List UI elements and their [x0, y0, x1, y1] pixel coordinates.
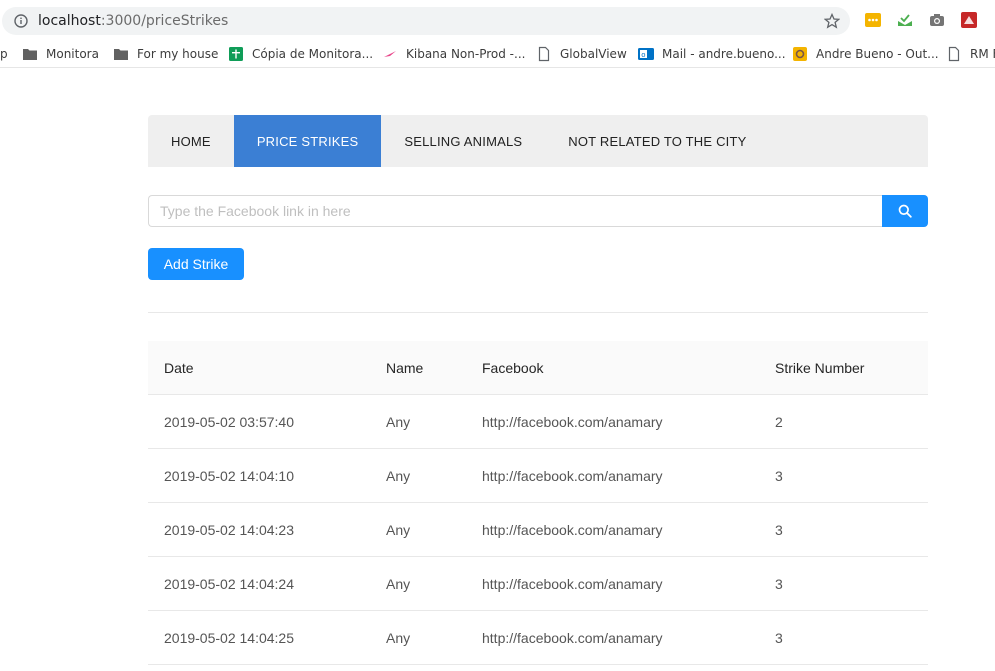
- bookmark-label: GlobalView: [560, 47, 627, 61]
- svg-text:o: o: [641, 51, 645, 59]
- star-icon[interactable]: [824, 13, 840, 29]
- facebook-search: [148, 195, 928, 227]
- bookmark-item[interactable]: p: [0, 45, 8, 63]
- cell-facebook: http://facebook.com/anamary: [482, 629, 663, 646]
- folder-icon: [114, 49, 128, 60]
- cell-strike-number: 3: [775, 467, 783, 484]
- search-button[interactable]: [882, 195, 928, 227]
- search-icon: [898, 204, 912, 218]
- table-row: 2019-05-02 14:04:23 Any http://facebook.…: [148, 503, 928, 557]
- bookmark-label: Andre Bueno - Out...: [816, 47, 939, 61]
- table-row: 2019-05-02 03:57:40 Any http://facebook.…: [148, 395, 928, 449]
- nav-item-price-strikes[interactable]: PRICE STRIKES: [233, 115, 382, 167]
- cell-strike-number: 3: [775, 575, 783, 592]
- divider: [148, 312, 928, 313]
- cell-strike-number: 3: [775, 629, 783, 646]
- cell-name: Any: [386, 521, 411, 538]
- nav-item-not-related[interactable]: NOT RELATED TO THE CITY: [545, 115, 769, 167]
- strikes-table: Date Name Facebook Strike Number 2019-05…: [148, 341, 928, 665]
- outlook-icon: o: [638, 48, 654, 60]
- extension-yellow-icon[interactable]: [865, 12, 881, 28]
- browser-toolbar: localhost:3000/priceStrikes: [0, 0, 995, 38]
- cell-date: 2019-05-02 03:57:40: [164, 413, 294, 430]
- cell-date: 2019-05-02 14:04:23: [164, 521, 294, 538]
- cell-name: Any: [386, 575, 411, 592]
- bookmark-label: Mail - andre.bueno...: [662, 47, 786, 61]
- cell-strike-number: 2: [775, 413, 783, 430]
- bookmark-item[interactable]: Monitora: [22, 45, 99, 63]
- cell-date: 2019-05-02 14:04:24: [164, 575, 294, 592]
- cell-facebook: http://facebook.com/anamary: [482, 467, 663, 484]
- kibana-icon: [384, 51, 396, 57]
- cell-name: Any: [386, 413, 411, 430]
- table-row: 2019-05-02 14:04:24 Any http://facebook.…: [148, 557, 928, 611]
- address-bar[interactable]: localhost:3000/priceStrikes: [2, 7, 850, 35]
- column-header-facebook[interactable]: Facebook: [482, 360, 543, 376]
- extension-green-icon[interactable]: [897, 12, 913, 28]
- bookmark-label: RM F: [970, 47, 995, 61]
- sheets-icon: [229, 47, 243, 61]
- bookmark-label: Cópia de Monitora...: [252, 47, 374, 61]
- bookmark-item[interactable]: Andre Bueno - Out...: [792, 45, 939, 63]
- nav-item-home[interactable]: HOME: [148, 115, 234, 167]
- column-header-strike-number[interactable]: Strike Number: [775, 360, 864, 376]
- address-url[interactable]: localhost:3000/priceStrikes: [38, 13, 228, 29]
- folder-icon: [23, 49, 37, 60]
- cell-name: Any: [386, 629, 411, 646]
- bookmark-label: For my house: [137, 47, 219, 61]
- table-header: Date Name Facebook Strike Number: [148, 341, 928, 395]
- bookmark-item[interactable]: Cópia de Monitora...: [228, 45, 373, 63]
- add-strike-button[interactable]: Add Strike: [148, 248, 244, 280]
- bookmark-label: Monitora: [46, 47, 99, 61]
- bookmark-item[interactable]: For my house: [113, 45, 218, 63]
- cell-date: 2019-05-02 14:04:10: [164, 467, 294, 484]
- bookmark-item[interactable]: RM F: [946, 45, 995, 63]
- column-header-date[interactable]: Date: [164, 360, 194, 376]
- top-nav-menu: HOME PRICE STRIKES SELLING ANIMALS NOT R…: [148, 115, 928, 167]
- cell-facebook: http://facebook.com/anamary: [482, 413, 663, 430]
- cell-facebook: http://facebook.com/anamary: [482, 521, 663, 538]
- bookmark-item[interactable]: Kibana Non-Prod -...: [382, 45, 525, 63]
- info-icon[interactable]: [14, 14, 28, 28]
- table-row: 2019-05-02 14:04:25 Any http://facebook.…: [148, 611, 928, 665]
- bookmarks-bar: p Monitora For my house Cópia de Monitor…: [0, 40, 995, 68]
- outlook-yellow-icon: [793, 47, 807, 61]
- bookmark-item[interactable]: o Mail - andre.bueno...: [638, 45, 786, 63]
- table-row: 2019-05-02 14:04:10 Any http://facebook.…: [148, 449, 928, 503]
- cell-date: 2019-05-02 14:04:25: [164, 629, 294, 646]
- cell-facebook: http://facebook.com/anamary: [482, 575, 663, 592]
- bookmark-item[interactable]: GlobalView: [536, 45, 627, 63]
- bookmark-label: p: [0, 47, 8, 61]
- cell-strike-number: 3: [775, 521, 783, 538]
- cell-name: Any: [386, 467, 411, 484]
- camera-icon[interactable]: [929, 12, 945, 28]
- facebook-link-input[interactable]: [148, 195, 882, 227]
- page-icon: [948, 46, 960, 62]
- page-icon: [538, 46, 550, 62]
- nav-item-selling-animals[interactable]: SELLING ANIMALS: [381, 115, 545, 167]
- column-header-name[interactable]: Name: [386, 360, 423, 376]
- extension-red-icon[interactable]: [961, 12, 977, 28]
- bookmark-label: Kibana Non-Prod -...: [406, 47, 526, 61]
